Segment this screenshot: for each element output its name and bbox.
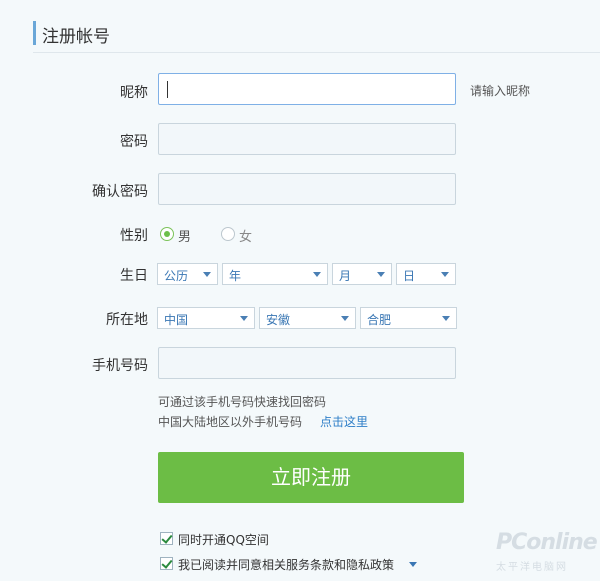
watermark: PConline 太平洋电脑网: [480, 518, 600, 581]
page-title: 注册帐号: [42, 27, 110, 47]
birth-day-value: 日: [403, 269, 416, 283]
overseas-phone-link[interactable]: 点击这里: [320, 413, 368, 430]
calendar-type-value: 公历: [164, 269, 189, 283]
birth-year-value: 年: [229, 269, 242, 283]
terms-checkbox[interactable]: [160, 557, 173, 570]
phone-input[interactable]: [158, 347, 456, 379]
qzone-checkbox-label[interactable]: 同时开通QQ空间: [178, 531, 269, 548]
chevron-down-icon: [203, 272, 211, 277]
country-value: 中国: [164, 313, 189, 327]
confirm-password-label: 确认密码: [92, 184, 148, 200]
overseas-phone-note: 中国大陆地区以外手机号码: [158, 415, 303, 429]
city-value: 合肥: [367, 313, 392, 327]
watermark-subtitle: 太平洋电脑网: [496, 562, 568, 573]
gender-male-radio[interactable]: [160, 227, 174, 241]
confirm-password-input[interactable]: [158, 173, 456, 205]
chevron-down-icon[interactable]: [409, 562, 417, 567]
province-value: 安徽: [266, 313, 291, 327]
birth-month-value: 月: [339, 269, 352, 283]
birth-day-select[interactable]: 日: [396, 263, 456, 285]
nickname-hint: 请输入昵称: [470, 84, 531, 98]
nickname-input[interactable]: [158, 73, 456, 105]
nickname-label: 昵称: [120, 85, 148, 101]
birthday-label: 生日: [120, 268, 148, 284]
chevron-down-icon: [341, 316, 349, 321]
birth-month-select[interactable]: 月: [332, 263, 392, 285]
gender-female-radio[interactable]: [221, 227, 235, 241]
country-select[interactable]: 中国: [157, 307, 255, 329]
header-accent-bar: [33, 21, 36, 45]
phone-note: 可通过该手机号码快速找回密码: [158, 395, 327, 409]
chevron-down-icon: [442, 316, 450, 321]
terms-checkbox-label[interactable]: 我已阅读并同意相关服务条款和隐私政策: [178, 556, 394, 573]
chevron-down-icon: [377, 272, 385, 277]
gender-label: 性别: [120, 228, 148, 244]
password-input[interactable]: [158, 123, 456, 155]
chevron-down-icon: [441, 272, 449, 277]
province-select[interactable]: 安徽: [259, 307, 356, 329]
page-header: 注册帐号: [0, 0, 600, 53]
phone-label: 手机号码: [92, 358, 148, 374]
register-button[interactable]: 立即注册: [158, 452, 464, 503]
chevron-down-icon: [240, 316, 248, 321]
gender-female-label[interactable]: 女: [239, 226, 252, 245]
password-label: 密码: [120, 134, 148, 150]
qzone-checkbox[interactable]: [160, 532, 173, 545]
location-label: 所在地: [106, 312, 148, 328]
birth-year-select[interactable]: 年: [222, 263, 328, 285]
city-select[interactable]: 合肥: [360, 307, 457, 329]
header-divider: [33, 52, 600, 53]
gender-male-label[interactable]: 男: [178, 226, 191, 245]
text-caret: [167, 81, 168, 98]
watermark-logo: PConline: [496, 530, 598, 555]
calendar-type-select[interactable]: 公历: [157, 263, 218, 285]
chevron-down-icon: [313, 272, 321, 277]
